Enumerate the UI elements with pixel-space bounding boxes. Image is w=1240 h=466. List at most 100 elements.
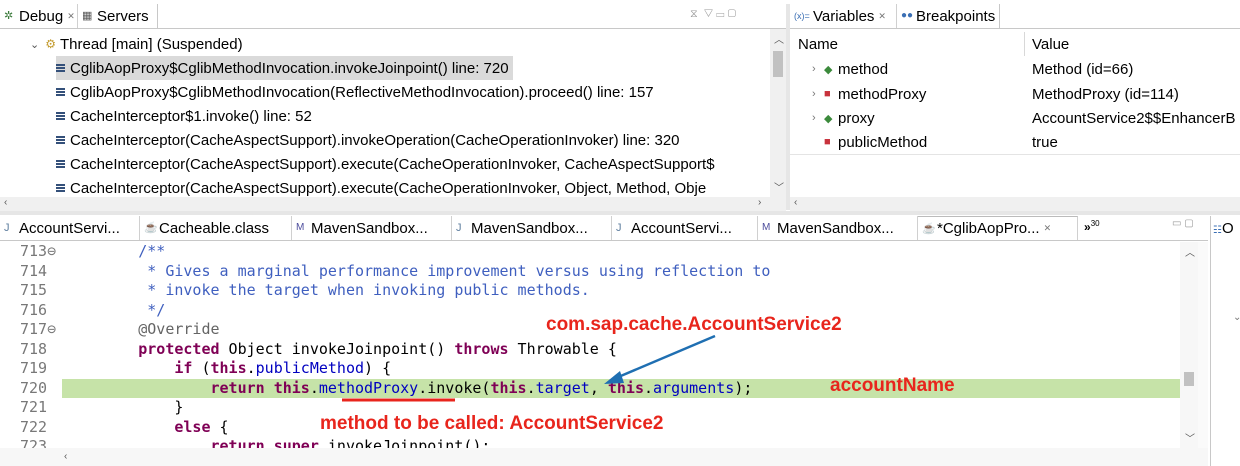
close-icon[interactable]: ✕ [1044,223,1052,234]
code-token: ); [734,378,753,397]
variable-row[interactable]: › ■ methodProxy MethodProxy (id=114) [790,82,1240,106]
minimize-icon[interactable]: ▭ [1172,218,1181,229]
tab-variables-label: Variables [813,7,875,25]
code-line[interactable]: protected Object invokeJoinpoint() throw… [62,340,1180,360]
code-token: return [210,437,265,448]
tab-servers-label: Servers [97,7,149,25]
editor-tab[interactable]: ☕ Cacheable.class [140,216,292,240]
class-file-icon: ☕ [144,222,158,234]
chevron-right-icon[interactable]: › [812,112,816,124]
scroll-down-icon[interactable]: ﹀ [1185,430,1195,445]
horizontal-divider[interactable] [0,211,1240,215]
code-token: * Gives a marginal performance improveme… [147,261,771,280]
outline-tab[interactable]: ☷O [1213,220,1234,237]
code-line[interactable]: * invoke the target when invoking public… [62,281,1180,301]
debug-vertical-scrollbar[interactable]: ︿ ﹀ [770,29,786,197]
tab-debug[interactable]: ✲ Debug ✕ [0,4,78,28]
editor-tab-active[interactable]: ☕ *CglibAopPro... ✕ [918,216,1078,240]
editor-tab[interactable]: J AccountServi... [0,216,140,240]
maximize-icon[interactable]: ▢ [1184,218,1193,229]
scroll-thumb[interactable] [773,51,783,77]
column-separator[interactable] [1024,32,1025,56]
editor-horizontal-scrollbar[interactable]: ‹ [0,448,1208,466]
stack-frame[interactable]: CglibAopProxy$CglibMethodInvocation(Refl… [56,80,654,104]
code-line[interactable]: return this.methodProxy.invoke(this.targ… [62,378,1180,398]
debug-horizontal-scrollbar[interactable]: ‹ › [0,197,786,211]
scroll-right-icon[interactable]: › [758,197,761,208]
tab-overflow-button[interactable]: »30 [1084,219,1100,234]
field-green-icon: ◆ [824,112,833,125]
stack-frame[interactable]: CacheInterceptor$1.invoke() line: 52 [56,104,312,128]
editor-tab[interactable]: J MavenSandbox... [452,216,612,240]
variable-name: publicMethod [838,133,928,151]
variable-row[interactable]: ■ publicMethod true [790,130,1240,154]
scroll-left-icon[interactable]: ‹ [4,197,7,208]
line-number: 721 [20,398,48,416]
chevron-right-icon[interactable]: › [812,88,816,100]
gutter-marker-bar [0,242,12,448]
menu-chevron-down-icon[interactable]: ▽ [704,8,713,20]
servers-icon: ▦ [82,10,93,22]
chevron-down-icon[interactable]: ⌄ [30,38,39,51]
code-token: @Override [138,320,220,338]
thread-node[interactable]: ⌄ ⚙ Thread [main] (Suspended) [30,32,243,56]
code-line[interactable]: /** [62,242,1180,262]
debug-bug-icon: ✲ [4,10,14,22]
code-line[interactable]: if (this.publicMethod) { [62,359,1180,379]
tab-variables[interactable]: (x)= Variables ✕ [790,4,897,28]
scroll-down-icon[interactable]: ﹀ [774,179,784,194]
collapse-all-icon[interactable]: ⧖ [690,8,698,20]
scroll-left-icon[interactable]: ‹ [64,451,67,462]
stack-frame[interactable]: CacheInterceptor(CacheAspectSupport).exe… [56,176,706,197]
close-icon[interactable]: ✕ [878,11,886,22]
code-token: super [273,437,319,448]
line-number: 716 [20,300,48,319]
stack-frame[interactable]: CacheInterceptor(CacheAspectSupport).inv… [56,128,680,152]
editor-tab[interactable]: J AccountServi... [612,216,758,240]
code-line[interactable]: * Gives a marginal performance improveme… [62,262,1180,282]
variables-horizontal-scrollbar[interactable]: ‹ [790,197,1240,211]
code-token: target [535,378,590,397]
scroll-up-icon[interactable]: ︿ [774,31,784,46]
editor-vertical-scrollbar[interactable]: ︿ ﹀ [1180,242,1198,448]
code-token: Object invokeJoinpoint() [219,339,455,358]
code-line[interactable]: return super.invokeJoinpoint(); [62,437,1180,448]
stack-frame-label: CacheInterceptor$1.invoke() line: 52 [70,107,312,125]
variable-name: method [838,60,889,78]
code-token: . [309,378,319,397]
outline-panel: ☷O ⌄ [1210,216,1240,466]
variables-table: Name Value › ◆ method Method (id=66) › ■… [790,29,1240,197]
editor-tab-label: MavenSandbox... [777,219,894,237]
minimize-icon[interactable]: ▭ [716,8,724,20]
variable-row[interactable]: › ◆ method Method (id=66) [790,57,1240,81]
scroll-thumb[interactable] [1184,372,1194,386]
tab-servers[interactable]: ▦ Servers [78,4,158,28]
variable-value: true [1032,133,1058,151]
variable-row[interactable]: › ◆ proxy AccountService2$$EnhancerB [790,106,1240,130]
variables-icon: (x)= [794,11,810,21]
code-token: . [526,378,536,397]
tab-breakpoints[interactable]: ●● Breakpoints [897,4,1000,28]
editor-tab[interactable]: M MavenSandbox... [292,216,452,240]
chevron-right-icon[interactable]: › [812,63,816,75]
editor-tab[interactable]: M MavenSandbox... [758,216,918,240]
maven-icon: M [296,222,305,233]
column-header-name[interactable]: Name [798,36,838,53]
scroll-up-icon[interactable]: ︿ [1185,244,1195,259]
stack-frame[interactable]: CglibAopProxy$CglibMethodInvocation.invo… [56,56,513,80]
scroll-left-icon[interactable]: ‹ [794,197,797,208]
column-header-value[interactable]: Value [1032,36,1069,53]
stack-frame[interactable]: CacheInterceptor(CacheAspectSupport).exe… [56,152,715,176]
thread-icon: ⚙ [45,37,56,51]
close-icon[interactable]: ✕ [67,11,75,22]
stack-frame-label: CglibAopProxy$CglibMethodInvocation.invo… [70,59,509,77]
code-token: . [246,359,256,377]
variable-name: proxy [838,109,875,127]
variables-tabbar: (x)= Variables ✕ ●● Breakpoints [790,4,1240,29]
maximize-icon[interactable]: ▢ [728,8,736,20]
code-token: this [490,378,527,397]
